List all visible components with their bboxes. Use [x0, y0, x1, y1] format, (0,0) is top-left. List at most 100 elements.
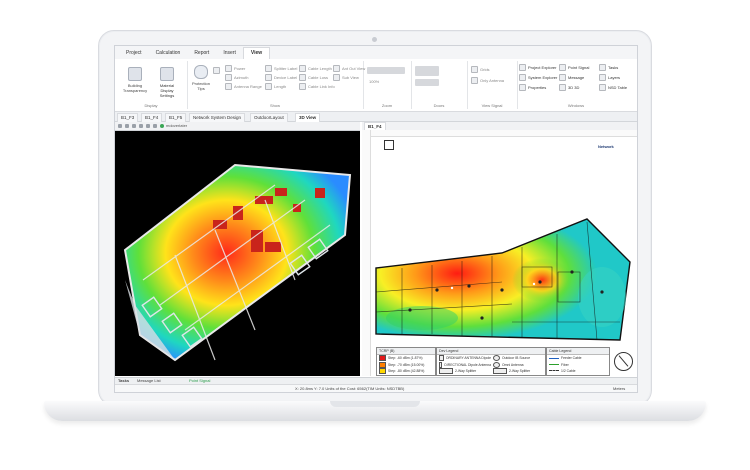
checkbox-icon — [559, 84, 566, 91]
cable-legend-item-label: Feeder Cable — [561, 356, 582, 361]
checkbox-icon — [519, 74, 526, 81]
properties-label: Properties — [528, 85, 547, 90]
splitter-symbol-icon — [493, 367, 507, 374]
zoom-group: 100% Zoom — [363, 61, 412, 109]
zoom-value: 100% — [369, 79, 379, 84]
layers-label: Layers — [608, 75, 621, 80]
three-d-heatmap-render — [123, 163, 352, 362]
device-legend-item: 2-Way Splitter — [491, 367, 545, 374]
signal-swatch — [379, 361, 386, 368]
omni-antenna-symbol-icon — [493, 361, 500, 368]
display-group-label: Display — [144, 103, 158, 108]
zoom-slider[interactable] — [367, 67, 405, 74]
checkbox-icon — [519, 84, 526, 91]
nsd-table-label: NSD Table — [608, 85, 628, 90]
view-signal-group: Grids Only Antenna View Signal — [467, 61, 518, 109]
message-label: Message — [568, 75, 585, 80]
device-legend-item-label: 2-Way Splitter — [455, 368, 477, 373]
doc-tab-b1-f5[interactable]: B1_F5 — [165, 113, 187, 122]
layers-button[interactable]: Layers — [599, 74, 620, 81]
toolbar-icon[interactable] — [139, 124, 143, 128]
device-legend-item-label: ORDINARY ANTENNA Dipole — [445, 356, 491, 361]
three-d-view-pane[interactable]: mdoverlater — [115, 122, 360, 376]
cable-length-toggle[interactable]: Cable Length — [299, 65, 332, 72]
floor-plan-pane[interactable]: B1_F4 Network TCRP (B) Step: -60 dBm (1.… — [362, 122, 637, 376]
checkbox-icon — [559, 64, 566, 71]
doors-option[interactable] — [415, 79, 439, 86]
splitter-label-toggle[interactable]: Splitter Label — [265, 65, 297, 72]
doors-group-label: Doors — [433, 103, 445, 108]
protection-tips-button[interactable]: Protection Tips — [189, 65, 213, 91]
sub-view-toggle[interactable]: Sub View — [333, 74, 359, 81]
grids-toggle[interactable]: Grids — [471, 66, 490, 73]
antenna-range-toggle[interactable]: Antenna Range — [225, 83, 262, 90]
point-signal-button[interactable]: Point Signal — [559, 64, 589, 71]
bottom-tab-point-signal[interactable]: Point Signal — [189, 378, 210, 383]
windows-group: Project Explorer System Explorer Propert… — [517, 61, 635, 109]
system-explorer-button[interactable]: System Explorer — [519, 74, 557, 81]
ant-out-view-toggle[interactable]: Ant Out View — [333, 65, 365, 72]
fiber-line-icon — [549, 364, 559, 366]
device-legend-item-label: DIRECTIONAL Dipole Antenna — [444, 362, 491, 367]
bottom-tab-tasks[interactable]: Tasks — [118, 378, 129, 383]
grids-label: Grids — [480, 67, 490, 72]
tab-project[interactable]: Project — [119, 48, 149, 59]
signal-legend-row: Step: -80 dBm (42.88%) — [377, 367, 435, 374]
checkbox-icon — [225, 83, 232, 90]
doc-tab-network-system-design[interactable]: Network System Design — [189, 113, 246, 122]
toolbar-icon[interactable] — [118, 124, 122, 128]
properties-button[interactable]: Properties — [519, 84, 546, 91]
checkbox-icon — [559, 74, 566, 81]
signal-legend-rows: Step: -60 dBm (1.87%) Step: -70 dBm (15.0… — [377, 355, 435, 374]
checkbox-icon — [225, 74, 232, 81]
doc-tab-b1-f3[interactable]: B1_F3 — [117, 113, 139, 122]
azimuth-label: Azimuth — [234, 75, 249, 80]
zoom-group-label: Zoom — [381, 103, 393, 108]
nsd-table-button[interactable]: NSD Table — [599, 84, 627, 91]
toolbar-icon[interactable] — [146, 124, 150, 128]
length-toggle[interactable]: Length — [265, 83, 286, 90]
checkbox-icon — [265, 74, 272, 81]
only-antenna-toggle[interactable]: Only Antenna — [471, 77, 504, 84]
doc-tab-outdoor-layout[interactable]: OutdoorLayout — [250, 113, 288, 122]
tab-calculation[interactable]: Calculation — [149, 48, 188, 59]
device-label-toggle[interactable]: Device Label — [265, 74, 297, 81]
splitter-symbol-icon — [439, 367, 453, 374]
cable-loss-toggle[interactable]: Cable Loss — [299, 74, 328, 81]
azimuth-toggle[interactable]: Azimuth — [225, 74, 248, 81]
tasks-button[interactable]: Tasks — [599, 64, 618, 71]
signal-legend: TCRP (B) Step: -60 dBm (1.87%) Step: -70 … — [376, 347, 436, 376]
message-button[interactable]: Message — [559, 74, 584, 81]
ribbon-panel: Building Transparency Material Display S… — [115, 59, 637, 112]
sub-view-label: Sub View — [342, 75, 359, 80]
doc-tab-3d-view[interactable]: 3D View — [295, 113, 321, 122]
material-display-button[interactable]: Material Display Settings — [153, 67, 181, 98]
system-explorer-label: System Explorer — [528, 75, 558, 80]
checkbox-icon — [599, 74, 606, 81]
toolbar-icon[interactable] — [132, 124, 136, 128]
grid-toggle[interactable] — [213, 67, 220, 74]
project-explorer-button[interactable]: Project Explorer — [519, 64, 556, 71]
material-display-label: Material Display Settings — [159, 83, 175, 98]
building-transparency-button[interactable]: Building Transparency — [121, 67, 149, 93]
doors-button[interactable] — [415, 66, 439, 76]
grid-icon — [213, 67, 220, 74]
doc-tab-b1-f4[interactable]: B1_F4 — [141, 113, 163, 122]
signal-legend-label: Step: -80 dBm (42.88%) — [388, 368, 425, 373]
checkbox-icon — [265, 65, 272, 72]
power-toggle[interactable]: Power — [225, 65, 245, 72]
checkbox-icon — [299, 83, 306, 90]
cable-legend-title: Cable Legend — [547, 348, 609, 355]
tab-insert[interactable]: Insert — [216, 48, 243, 59]
checkbox-icon — [299, 74, 306, 81]
device-legend-item-label: 2-Way Splitter — [509, 368, 531, 373]
three-d-button[interactable]: 3D 3D — [559, 84, 579, 91]
bottom-tab-message-list[interactable]: Message List — [137, 378, 161, 383]
tab-view[interactable]: View — [242, 47, 271, 59]
toolbar-icon[interactable] — [125, 124, 129, 128]
tab-report[interactable]: Report — [187, 48, 216, 59]
windows-group-label: Windows — [567, 103, 585, 108]
toolbar-icon[interactable] — [153, 124, 157, 128]
cable-link-info-toggle[interactable]: Cable Link Info — [299, 83, 335, 90]
project-explorer-label: Project Explorer — [528, 65, 557, 70]
